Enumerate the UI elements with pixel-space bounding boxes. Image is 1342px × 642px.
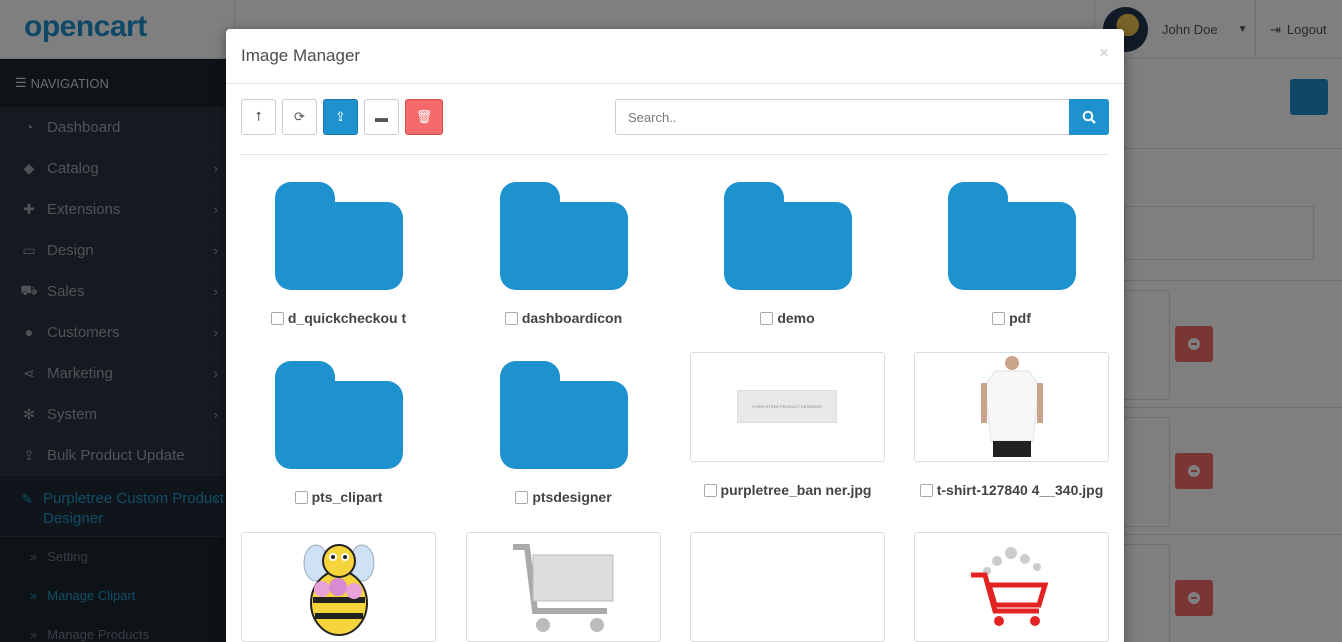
image-thumbnail[interactable] [690,532,885,642]
folder-item[interactable]: demo [690,169,885,326]
t-shirt-image [981,356,1043,457]
folder-icon[interactable] [947,182,1076,290]
image-thumbnail[interactable] [914,532,1109,642]
new-folder-button[interactable]: ▬ [364,99,399,135]
image-thumbnail[interactable] [241,532,436,642]
folder-item[interactable]: pts_clipart [241,348,436,505]
folder-name: pdf [1009,310,1031,326]
checkbox[interactable] [919,483,933,497]
image-item[interactable] [466,532,661,642]
checkbox[interactable] [515,490,529,504]
search-icon [1082,110,1096,124]
image-thumbnail[interactable] [466,532,661,642]
folder-name: d_quickcheckou t [287,310,407,326]
close-icon[interactable]: × [1099,43,1109,63]
upload-icon: ⇪ [335,109,346,124]
folder-icon[interactable] [499,182,628,290]
refresh-icon: ⟳ [294,109,305,124]
image-name: purpletree_ban ner.jpg [720,482,872,498]
image-thumbnail[interactable]: PURPLETREE PRODUCT DESIGNER [690,352,885,462]
level-up-icon: ⭡ [255,109,262,124]
search-button[interactable] [1069,99,1109,135]
image-item[interactable]: PURPLETREE PRODUCT DESIGNER purpletree_b… [690,352,885,498]
checkbox[interactable] [270,311,284,325]
folder-name: dashboardicon [521,310,623,326]
checkbox[interactable] [992,311,1006,325]
image-thumbnail[interactable] [914,352,1109,462]
folder-icon[interactable] [723,182,852,290]
folder-icon: ▬ [375,109,388,125]
image-item[interactable] [690,532,885,642]
folder-item[interactable]: ptsdesigner [466,348,661,505]
checkbox[interactable] [703,483,717,497]
trash-icon: 🗑 [415,109,433,124]
folder-item[interactable]: pdf [914,169,1109,326]
folder-icon[interactable] [274,361,403,469]
image-item[interactable] [914,532,1109,642]
checkbox[interactable] [760,311,774,325]
folder-name: demo [777,310,815,326]
shopping-cart-logo-image [971,547,1049,626]
modal-title: Image Manager [241,46,361,65]
folder-item[interactable]: dashboardicon [466,169,661,326]
parent-folder-button[interactable]: ⭡ [241,99,276,135]
folder-icon[interactable] [499,361,628,469]
delete-button[interactable]: 🗑 [405,99,443,135]
checkbox[interactable] [504,311,518,325]
image-item[interactable] [241,532,436,642]
banner-image: PURPLETREE PRODUCT DESIGNER [737,390,837,423]
cart-clipart-image [513,544,614,632]
refresh-button[interactable]: ⟳ [282,99,317,135]
upload-button[interactable]: ⇪ [323,99,358,135]
search-input[interactable] [615,99,1069,135]
image-manager-modal: Image Manager × ⭡ ⟳ ⇪ ▬ 🗑 d_quickcheckou… [226,29,1124,642]
folder-item[interactable]: d_quickcheckou t [241,169,436,326]
folder-icon[interactable] [274,182,403,290]
checkbox[interactable] [294,490,308,504]
image-name: t-shirt-127840 4__340.jpg [936,482,1104,498]
image-toolbar: ⭡ ⟳ ⇪ ▬ 🗑 [241,99,443,135]
folder-name: ptsdesigner [532,489,612,505]
bee-clipart-image [303,544,375,636]
modal-header: Image Manager × [226,29,1124,84]
divider [241,154,1109,155]
folder-name: pts_clipart [311,489,383,505]
search-group [615,99,1109,135]
image-item[interactable]: t-shirt-127840 4__340.jpg [914,352,1109,498]
